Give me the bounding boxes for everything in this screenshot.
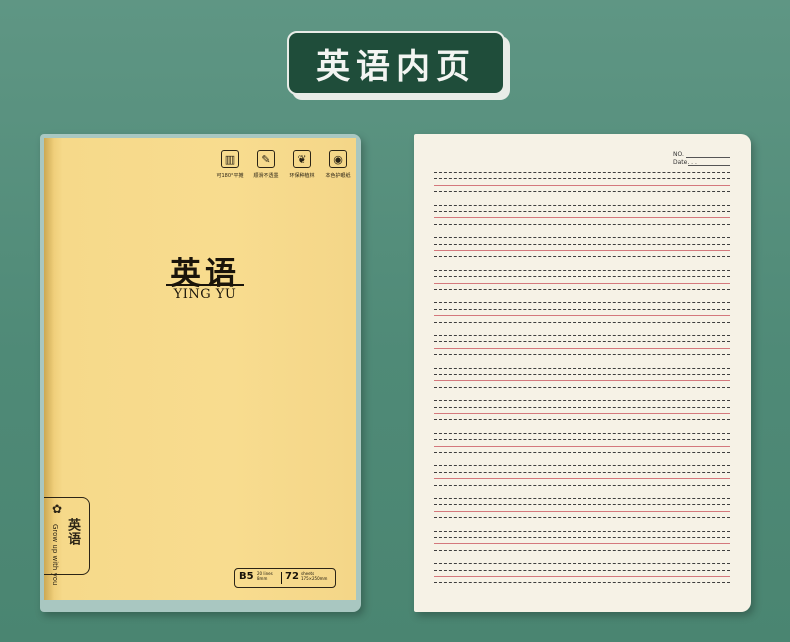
dotted-guide-line [434, 452, 730, 453]
dotted-guide-line [434, 289, 730, 290]
dotted-guide-line [434, 172, 730, 173]
dotted-guide-line [434, 471, 730, 473]
dotted-guide-line [434, 549, 730, 551]
date-line [688, 165, 730, 166]
title-badge: 英语内页 [287, 31, 505, 95]
red-baseline [434, 576, 730, 577]
dotted-guide-line [434, 563, 730, 565]
dotted-guide-line [434, 498, 730, 499]
feature-label: 环保种植林 [289, 173, 315, 179]
feature-label: 可180°平摊 [216, 173, 244, 179]
dotted-guide-line [434, 243, 730, 245]
red-baseline [434, 445, 730, 447]
dotted-guide-line [434, 419, 730, 421]
eye-care-icon: ◉ [329, 150, 347, 168]
book-open-180-icon: ▥ [221, 150, 239, 168]
number-label: NO. [673, 151, 684, 158]
spec-line-info: 20 lines 8mm [257, 571, 273, 581]
spec-label: B5 20 lines 8mm 72 sheets 175×250mm [234, 568, 336, 588]
dotted-guide-line [434, 484, 730, 486]
dotted-guide-line [434, 432, 730, 434]
red-baseline [434, 217, 730, 219]
dotted-guide-line [434, 223, 730, 225]
brand-slogan: Grow up with you [51, 524, 59, 586]
dotted-guide-line [434, 354, 730, 356]
spec-divider [281, 572, 282, 584]
feature-item: ✎ 顺滑不透墨 [249, 150, 283, 179]
dotted-guide-line [434, 308, 730, 310]
feature-item: ❦ 环保种植林 [285, 150, 319, 179]
red-baseline [434, 347, 730, 349]
dotted-guide-line [434, 569, 730, 571]
dotted-guide-line [434, 374, 730, 375]
feature-item: ◉ 本色护眼纸 [321, 150, 355, 179]
feature-item: ▥ 可180°平摊 [213, 150, 247, 179]
pen-nib-icon: ✎ [257, 150, 275, 168]
feature-label: 顺滑不透墨 [253, 173, 279, 179]
leaf-eco-icon: ❦ [293, 150, 311, 168]
dotted-guide-line [434, 537, 730, 538]
dotted-guide-line [434, 582, 730, 584]
dotted-guide-line [434, 517, 730, 519]
page-title: 英语内页 [316, 46, 476, 87]
spec-sheet-info: sheets 175×250mm [301, 571, 328, 581]
red-baseline [434, 184, 730, 186]
feature-icons: ▥ 可180°平摊 ✎ 顺滑不透墨 ❦ 环保种植林 ◉ 本色护眼纸 [213, 150, 355, 190]
dotted-guide-line [434, 276, 730, 278]
red-baseline [434, 510, 730, 512]
red-baseline [434, 250, 730, 251]
notebook-cover [44, 138, 356, 600]
cover-title-rule [166, 284, 244, 286]
flower-logo-icon: ✿ [52, 502, 63, 516]
dotted-guide-line [434, 400, 730, 402]
red-baseline [434, 478, 730, 480]
spec-size: B5 [239, 571, 254, 582]
english-ruled-lines [434, 170, 730, 600]
red-baseline [434, 315, 730, 317]
brand-name: 英语 [65, 518, 80, 546]
feature-label: 本色护眼纸 [325, 173, 351, 179]
dotted-guide-line [434, 406, 730, 408]
dotted-guide-line [434, 211, 730, 212]
dotted-guide-line [434, 191, 730, 193]
dotted-guide-line [434, 386, 730, 388]
dotted-guide-line [434, 204, 730, 206]
dotted-guide-line [434, 367, 730, 369]
dotted-guide-line [434, 439, 730, 441]
dotted-guide-line [434, 341, 730, 343]
red-baseline [434, 413, 730, 414]
dotted-guide-line [434, 465, 730, 467]
spec-count: 72 [285, 571, 299, 582]
dotted-guide-line [434, 269, 730, 271]
red-baseline [434, 380, 730, 382]
dotted-guide-line [434, 178, 730, 180]
red-baseline [434, 282, 730, 284]
dotted-guide-line [434, 504, 730, 506]
red-baseline [434, 543, 730, 545]
dotted-guide-line [434, 256, 730, 258]
dotted-guide-line [434, 237, 730, 239]
number-line [686, 157, 730, 158]
cover-subtitle: YING YU [173, 287, 237, 302]
dotted-guide-line [434, 321, 730, 323]
dotted-guide-line [434, 302, 730, 304]
dotted-guide-line [434, 530, 730, 532]
dotted-guide-line [434, 335, 730, 336]
